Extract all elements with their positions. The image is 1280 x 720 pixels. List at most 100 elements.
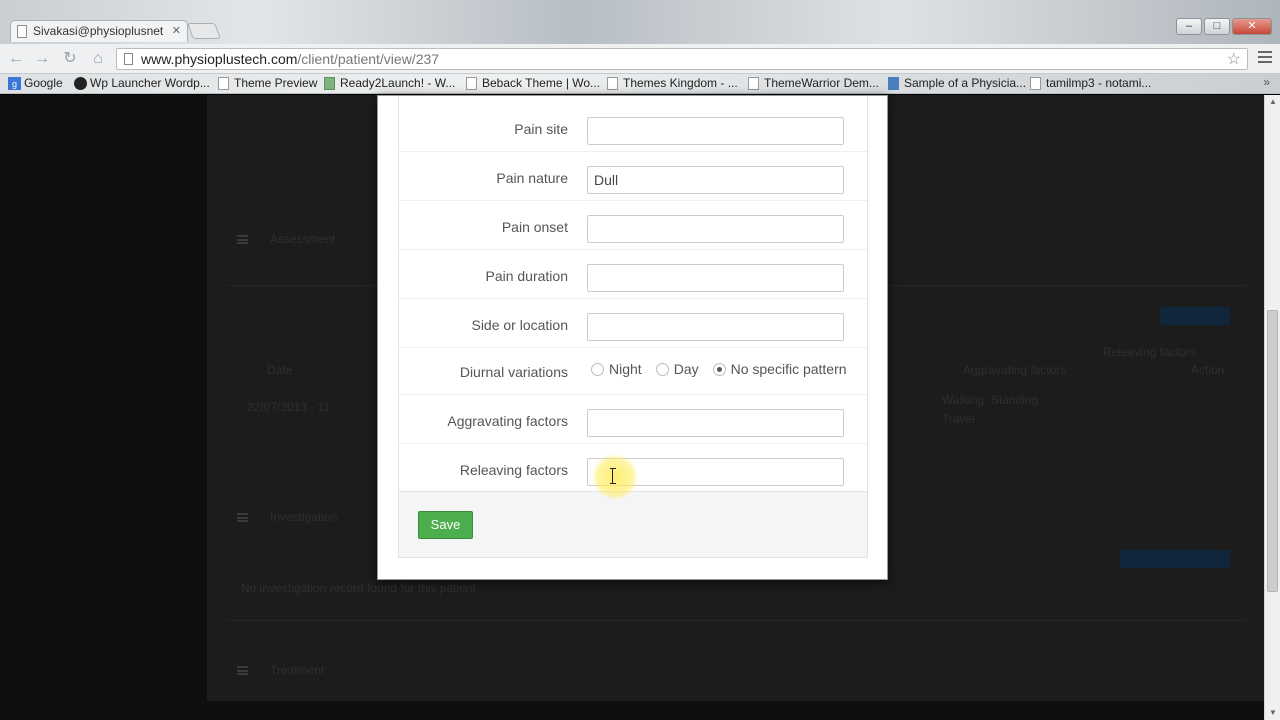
empty-message: No investigation record found for this p… bbox=[241, 581, 476, 595]
bookmark-item[interactable]: Beback Theme | Wo... bbox=[466, 76, 600, 90]
bookmarks-bar: g Google Wp Launcher Wordp... Theme Previ… bbox=[0, 74, 1280, 94]
pain-nature-input[interactable] bbox=[587, 166, 844, 194]
bookmark-label: Theme Preview bbox=[234, 76, 318, 90]
table-cell: Walking, Standing, Travel bbox=[942, 393, 1042, 426]
home-icon[interactable]: ⌂ bbox=[88, 50, 108, 68]
address-bar[interactable]: www.physioplustech.com/client/patient/vi… bbox=[116, 48, 1248, 70]
form-row-aggravating: Aggravating factors bbox=[399, 395, 867, 444]
form-row-pain-nature: Pain nature bbox=[399, 152, 867, 201]
form-row-diurnal: Diurnal variations Night Day No specific… bbox=[399, 348, 867, 395]
pain-duration-input[interactable] bbox=[587, 264, 844, 292]
bookmark-item[interactable]: g Google bbox=[8, 76, 63, 90]
form-row-side-location: Side or location bbox=[399, 299, 867, 348]
radio-circle-icon[interactable] bbox=[655, 362, 669, 376]
bookmark-label: ThemeWarrior Dem... bbox=[764, 76, 879, 90]
minimize-icon[interactable]: – bbox=[1176, 18, 1202, 35]
browser-tab[interactable]: Sivakasi@physioplusnet ✕ bbox=[10, 20, 188, 42]
page-icon bbox=[607, 77, 618, 90]
section-title: Assessment bbox=[270, 232, 336, 246]
page-icon bbox=[218, 77, 229, 90]
scroll-up-icon[interactable]: ▲ bbox=[1265, 95, 1280, 109]
menu-icon bbox=[237, 235, 248, 244]
wordpress-icon bbox=[74, 77, 87, 90]
radio-day[interactable]: Day bbox=[655, 361, 699, 377]
pain-nature-label: Pain nature bbox=[496, 170, 568, 186]
pain-onset-label: Pain onset bbox=[501, 219, 568, 235]
close-tab-icon[interactable]: ✕ bbox=[172, 24, 181, 37]
browser-menu-icon[interactable] bbox=[1258, 51, 1272, 63]
menu-icon bbox=[237, 513, 248, 522]
column-header: Date bbox=[267, 363, 293, 377]
google-icon: g bbox=[8, 77, 21, 90]
column-header: Aggravating factors bbox=[963, 363, 1067, 377]
section-title: Investigation bbox=[270, 510, 338, 524]
back-icon[interactable]: ← bbox=[6, 50, 26, 68]
form-row-pain-duration: Pain duration bbox=[399, 250, 867, 299]
scroll-thumb[interactable] bbox=[1267, 310, 1278, 592]
add-assessment-button bbox=[1160, 307, 1230, 325]
pain-assessment-modal: Pain site Pain nature Pain onset Pain du… bbox=[377, 95, 888, 580]
bookmark-item[interactable]: Sample of a Physicia... bbox=[888, 76, 1026, 90]
radio-circle-icon[interactable] bbox=[591, 362, 604, 376]
form-row-pain-site: Pain site bbox=[399, 103, 867, 152]
diurnal-radio-group: Night Day No specific pattern bbox=[591, 361, 847, 377]
browser-titlebar: Sivakasi@physioplusnet ✕ – □ ✕ bbox=[0, 0, 1280, 44]
bookmark-label: tamilmp3 - notami... bbox=[1046, 76, 1152, 90]
pain-duration-label: Pain duration bbox=[485, 268, 568, 284]
page-icon bbox=[466, 77, 477, 90]
save-button[interactable]: Save bbox=[418, 511, 473, 539]
radio-night[interactable]: Night bbox=[591, 361, 642, 377]
radio-checked-icon[interactable] bbox=[712, 362, 726, 376]
pain-onset-input[interactable] bbox=[587, 215, 844, 243]
form-row-pain-onset: Pain onset bbox=[399, 201, 867, 250]
tab-title: Sivakasi@physioplusnet bbox=[33, 24, 164, 38]
section-title: Treatment bbox=[270, 663, 325, 677]
divider bbox=[227, 620, 1247, 621]
column-header: Releaving factors bbox=[1103, 345, 1196, 359]
column-header: Action bbox=[1191, 363, 1225, 377]
page-scrollbar[interactable]: ▲ ▼ bbox=[1264, 95, 1280, 720]
more-bookmarks-icon[interactable]: » bbox=[1263, 75, 1270, 89]
close-icon[interactable]: ✕ bbox=[1232, 18, 1272, 35]
page-icon bbox=[124, 53, 133, 65]
radio-no-specific-pattern-label: No specific pattern bbox=[730, 361, 847, 377]
browser-toolbar: ← → ↻ ⌂ www.physioplustech.com/client/pa… bbox=[0, 44, 1280, 74]
releaving-label: Releaving factors bbox=[459, 462, 568, 478]
side-location-label: Side or location bbox=[471, 317, 568, 333]
table-cell: 22/07/2013 - 11 bbox=[247, 400, 331, 414]
bookmark-item[interactable]: Theme Preview bbox=[218, 76, 317, 90]
maximize-icon[interactable]: □ bbox=[1204, 18, 1230, 35]
window-controls: – □ ✕ bbox=[1176, 18, 1272, 35]
text-cursor-icon bbox=[610, 468, 618, 484]
bookmark-label: Google bbox=[24, 76, 63, 90]
page-icon bbox=[748, 77, 759, 90]
bookmark-star-icon[interactable]: ☆ bbox=[1227, 49, 1241, 69]
bookmark-item[interactable]: Wp Launcher Wordp... bbox=[74, 76, 210, 90]
bookmark-item[interactable]: Themes Kingdom - ... bbox=[607, 76, 738, 90]
image-icon bbox=[324, 77, 335, 90]
radio-no-specific-pattern[interactable]: No specific pattern bbox=[712, 361, 847, 377]
bookmark-label: Ready2Launch! - W... bbox=[340, 76, 456, 90]
aggravating-label: Aggravating factors bbox=[447, 413, 568, 429]
add-investigation-button bbox=[1120, 550, 1230, 568]
page-icon bbox=[1030, 77, 1041, 90]
pain-site-label: Pain site bbox=[514, 121, 568, 137]
bookmark-item[interactable]: Ready2Launch! - W... bbox=[324, 76, 455, 90]
pain-site-input[interactable] bbox=[587, 117, 844, 145]
bookmark-item[interactable]: tamilmp3 - notami... bbox=[1030, 76, 1151, 90]
bookmark-label: Wp Launcher Wordp... bbox=[90, 76, 210, 90]
forward-icon[interactable]: → bbox=[32, 50, 52, 68]
menu-icon bbox=[237, 666, 248, 675]
side-location-input[interactable] bbox=[587, 313, 844, 341]
url-path: /client/patient/view/237 bbox=[297, 51, 440, 67]
new-tab-button[interactable] bbox=[187, 23, 221, 39]
bookmark-item[interactable]: ThemeWarrior Dem... bbox=[748, 76, 879, 90]
bookmark-label: Sample of a Physicia... bbox=[904, 76, 1027, 90]
reload-icon[interactable]: ↻ bbox=[60, 50, 80, 68]
scroll-down-icon[interactable]: ▼ bbox=[1265, 706, 1280, 720]
bookmark-label: Themes Kingdom - ... bbox=[623, 76, 738, 90]
url-domain: www.physioplustech.com bbox=[141, 51, 298, 67]
modal-footer: Save bbox=[399, 491, 867, 557]
radio-night-label: Night bbox=[609, 361, 642, 377]
aggravating-input[interactable] bbox=[587, 409, 844, 437]
